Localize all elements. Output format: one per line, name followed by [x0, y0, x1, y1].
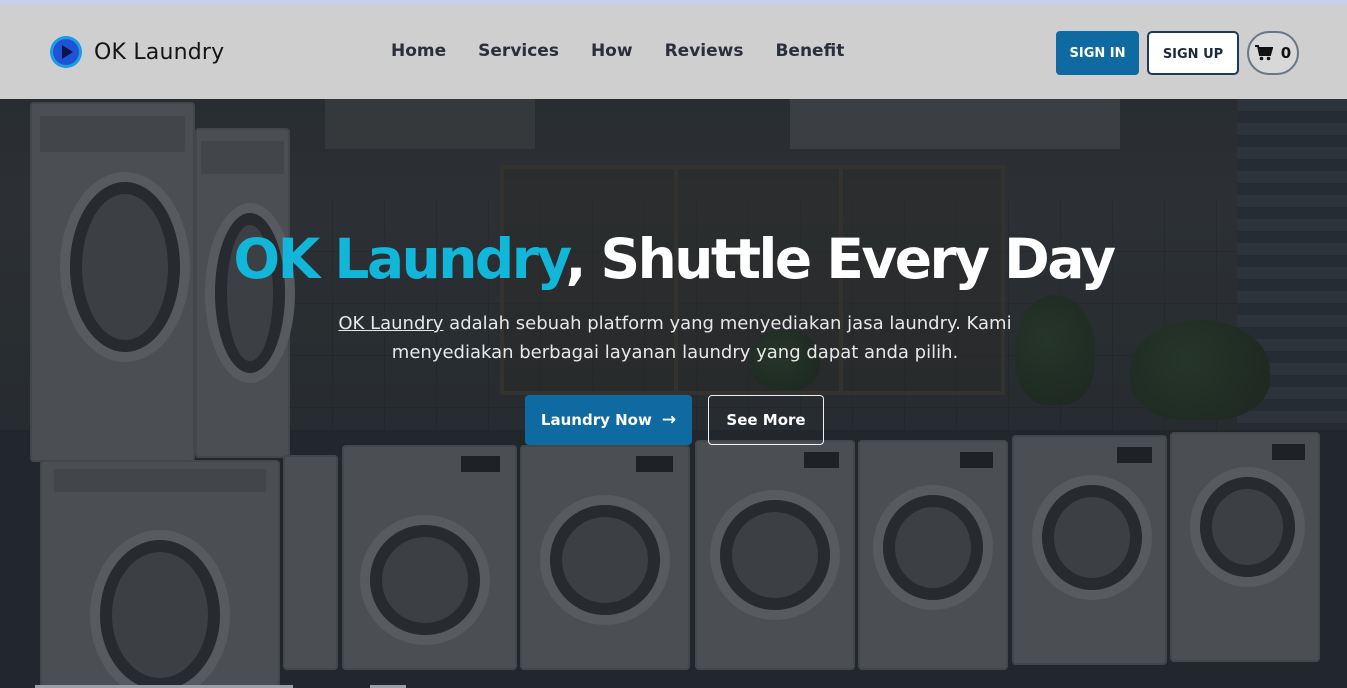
page: OK Laundry Home Services How Reviews Ben… — [0, 0, 1347, 688]
nav-item-benefit[interactable]: Benefit — [775, 41, 844, 61]
hero-title: OK Laundry, Shuttle Every Day — [0, 227, 1347, 291]
hero-brand-link[interactable]: OK Laundry — [338, 313, 443, 334]
nav-item-services[interactable]: Services — [478, 41, 559, 61]
hero-description: OK Laundry adalah sebuah platform yang m… — [290, 309, 1060, 367]
brand[interactable]: OK Laundry — [50, 36, 224, 68]
cart-count: 0 — [1280, 44, 1292, 62]
see-more-button[interactable]: See More — [708, 395, 824, 445]
brand-name: OK Laundry — [94, 39, 225, 65]
nav-item-home[interactable]: Home — [391, 41, 446, 61]
navbar: OK Laundry Home Services How Reviews Ben… — [0, 6, 1347, 99]
laundry-now-label: Laundry Now — [540, 411, 652, 429]
nav-item-how[interactable]: How — [591, 41, 633, 61]
nav-item-reviews[interactable]: Reviews — [665, 41, 744, 61]
cart-button[interactable]: 0 — [1247, 31, 1299, 75]
laundry-now-button[interactable]: Laundry Now → — [525, 395, 692, 445]
sign-up-button[interactable]: SIGN UP — [1147, 31, 1239, 75]
main-nav: Home Services How Reviews Benefit — [391, 41, 844, 61]
play-circle-icon — [50, 36, 82, 68]
hero-title-rest: , Shuttle Every Day — [565, 227, 1116, 291]
arrow-right-icon: → — [661, 409, 677, 430]
hero-title-accent: OK Laundry — [233, 227, 568, 291]
hero-description-text: adalah sebuah platform yang menyediakan … — [391, 313, 1012, 363]
cart-icon — [1254, 45, 1273, 61]
sign-in-button[interactable]: SIGN IN — [1056, 31, 1139, 75]
